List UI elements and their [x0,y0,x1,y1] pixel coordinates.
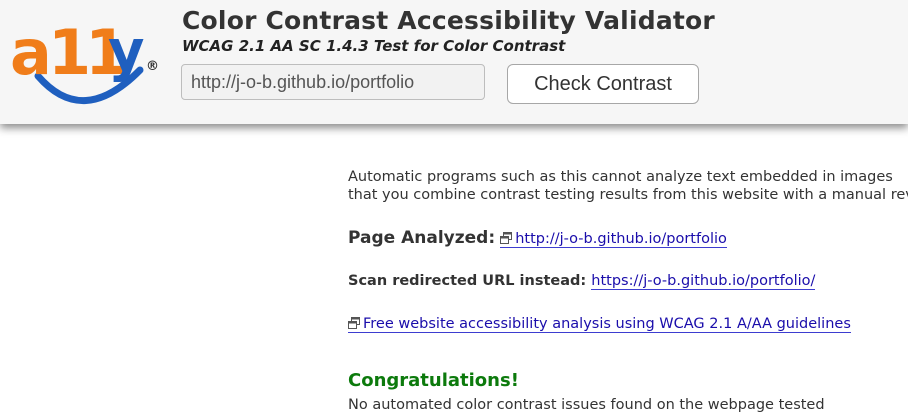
congrats-heading: Congratulations! [348,370,519,391]
a11y-logo[interactable]: a 11 y ® [8,10,168,110]
page-subtitle: WCAG 2.1 AA SC 1.4.3 Test for Color Cont… [182,37,566,55]
intro-text: Automatic programs such as this cannot a… [348,168,908,204]
redirect-row: Scan redirected URL instead: https://j-o… [348,270,816,290]
page-analyzed-url: http://j-o-b.github.io/portfolio [515,231,727,247]
no-issues-text: No automated color contrast issues found… [348,397,825,413]
intro-line-2: that you combine contrast testing result… [348,187,908,203]
intro-line-1: Automatic programs such as this cannot a… [348,169,893,185]
url-input[interactable] [181,64,485,100]
free-analysis-text: Free website accessibility analysis usin… [363,316,851,332]
logo-registered-mark: ® [146,59,159,74]
free-analysis-row: Free website accessibility analysis usin… [348,313,851,333]
page-analyzed-label: Page Analyzed: [348,228,496,248]
free-analysis-link[interactable]: Free website accessibility analysis usin… [348,316,851,333]
external-window-icon [500,232,513,244]
external-window-icon [348,317,360,329]
redirect-label: Scan redirected URL instead: [348,273,587,289]
header: a 11 y ® Color Contrast Accessibility Va… [0,0,908,124]
redirect-url-link[interactable]: https://j-o-b.github.io/portfolio/ [591,273,816,290]
page-title: Color Contrast Accessibility Validator [182,6,715,35]
logo-a: a [10,16,52,89]
logo-y: y [108,19,145,84]
page-analyzed-row: Page Analyzed: http://j-o-b.github.io/po… [348,228,727,248]
page-analyzed-link[interactable]: http://j-o-b.github.io/portfolio [500,231,727,248]
check-contrast-button[interactable]: Check Contrast [507,64,699,104]
